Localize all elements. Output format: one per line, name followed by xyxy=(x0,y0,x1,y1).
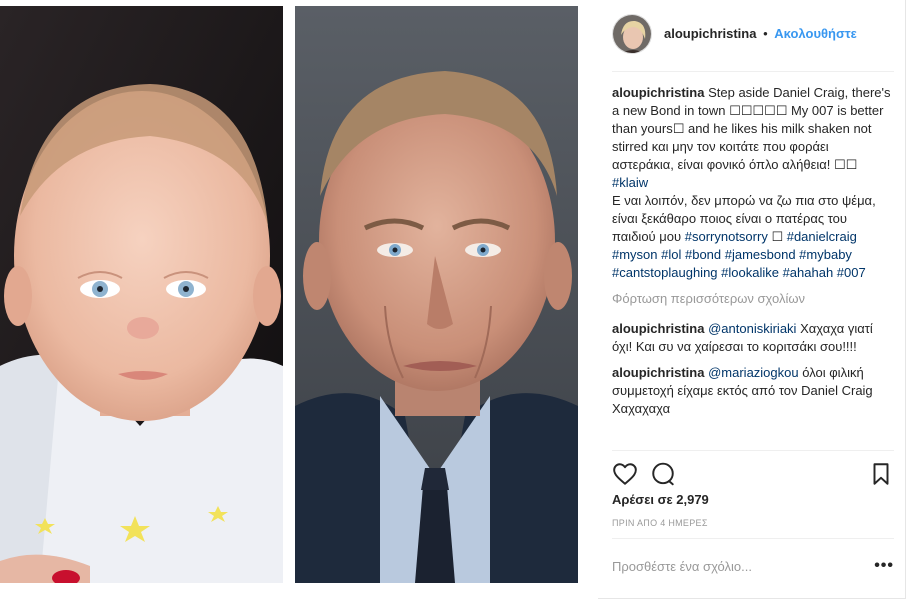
avatar-image xyxy=(613,15,651,53)
photo-baby xyxy=(0,6,283,583)
heart-icon[interactable] xyxy=(612,461,638,487)
post-media[interactable] xyxy=(0,0,598,599)
post-header: aloupichristina • Ακολουθήστε xyxy=(612,14,894,72)
caption: aloupichristina Step aside Daniel Craig,… xyxy=(612,84,894,282)
caption-emoji: ☐ xyxy=(771,229,784,244)
comment-username[interactable]: aloupichristina xyxy=(612,321,704,336)
more-options-icon[interactable]: ••• xyxy=(874,557,894,575)
header-username[interactable]: aloupichristina xyxy=(664,26,756,41)
comment-icon[interactable] xyxy=(650,461,676,487)
baby-photo-illustration xyxy=(0,6,283,583)
follow-button[interactable]: Ακολουθήστε xyxy=(774,26,857,41)
instagram-post: aloupichristina • Ακολουθήστε aloupichri… xyxy=(0,0,906,599)
bookmark-icon[interactable] xyxy=(868,461,894,487)
add-comment-area: Προσθέστε ένα σχόλιο... ••• xyxy=(612,538,894,592)
comments-list: aloupichristina Step aside Daniel Craig,… xyxy=(612,84,894,426)
caption-username[interactable]: aloupichristina xyxy=(612,85,704,100)
comment-item: aloupichristina @antoniskiriaki Χαχαχα γ… xyxy=(612,320,894,356)
likes-count[interactable]: Αρέσει σε 2,979 xyxy=(612,492,709,507)
comment-mention[interactable]: @mariaziogkou xyxy=(708,365,799,380)
header-separator: • xyxy=(763,26,768,41)
add-comment-input[interactable]: Προσθέστε ένα σχόλιο... xyxy=(612,559,752,574)
photo-man xyxy=(295,6,578,583)
action-bar xyxy=(612,450,894,494)
caption-hashtag-klaiw[interactable]: #klaiw xyxy=(612,175,648,190)
post-sidebar: aloupichristina • Ακολουθήστε aloupichri… xyxy=(598,0,906,599)
comment-item: aloupichristina @mariaziogkou όλοι φιλικ… xyxy=(612,364,894,418)
comment-username[interactable]: aloupichristina xyxy=(612,365,704,380)
caption-hashtag-sorrynotsorry[interactable]: #sorrynotsorry xyxy=(685,229,768,244)
man-photo-illustration xyxy=(295,6,578,583)
avatar[interactable] xyxy=(612,14,652,54)
load-more-comments[interactable]: Φόρτωση περισσότερων σχολίων xyxy=(612,290,894,308)
comment-mention[interactable]: @antoniskiriaki xyxy=(708,321,796,336)
post-time[interactable]: ΠΡΙΝ ΑΠΟ 4 ΗΜΕΡΕΣ xyxy=(612,518,708,528)
header-text: aloupichristina • Ακολουθήστε xyxy=(664,26,857,41)
